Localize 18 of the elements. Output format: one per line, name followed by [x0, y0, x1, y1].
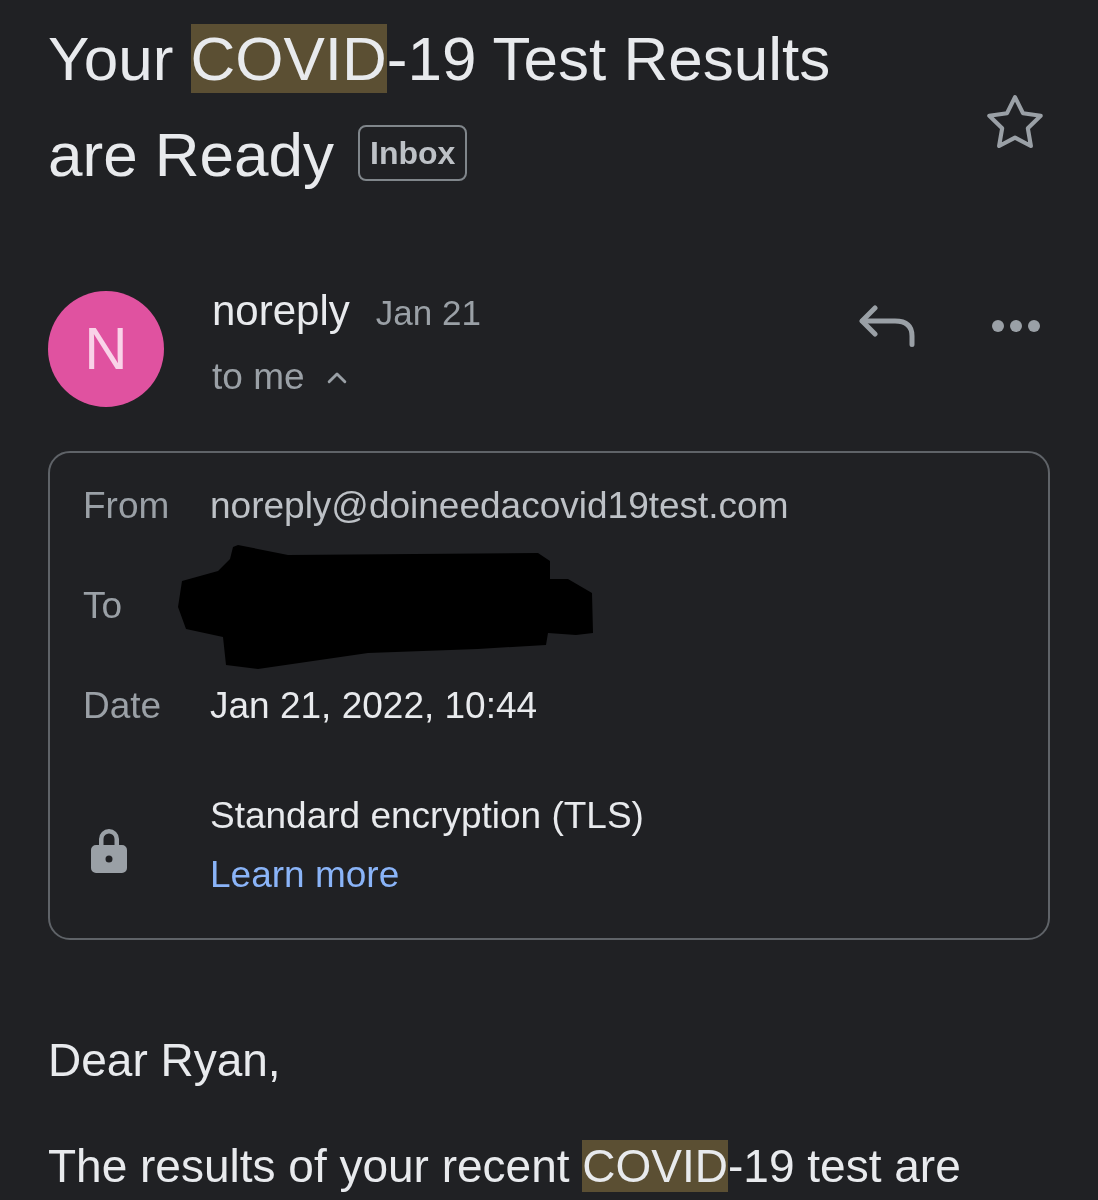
email-address: noreply@doineedacovid19test.com [210, 484, 790, 528]
encryption-info: Standard encryption (TLS) [210, 794, 644, 838]
inbox-label[interactable]: Inbox [358, 125, 468, 181]
sender-avatar: N [48, 291, 164, 407]
reply-icon[interactable] [859, 305, 915, 347]
more-icon[interactable] [992, 320, 1040, 332]
sender-name: noreply [212, 286, 350, 336]
field-label: From [83, 484, 171, 528]
field-label: Date [83, 684, 163, 728]
learn-more-link[interactable]: Learn more [210, 850, 400, 900]
body-text: Dear Ryan, [48, 1033, 282, 1088]
field-label: To [83, 584, 124, 628]
lock-icon [91, 826, 127, 873]
date-value: Jan 21, 2022, 10:44 [210, 684, 539, 728]
recipients-toggle[interactable]: to me [212, 352, 347, 402]
star-icon[interactable] [986, 93, 1044, 149]
body-text: The results of your recent COVID-19 test are [48, 1139, 962, 1194]
sent-date: Jan 21 [375, 292, 481, 334]
